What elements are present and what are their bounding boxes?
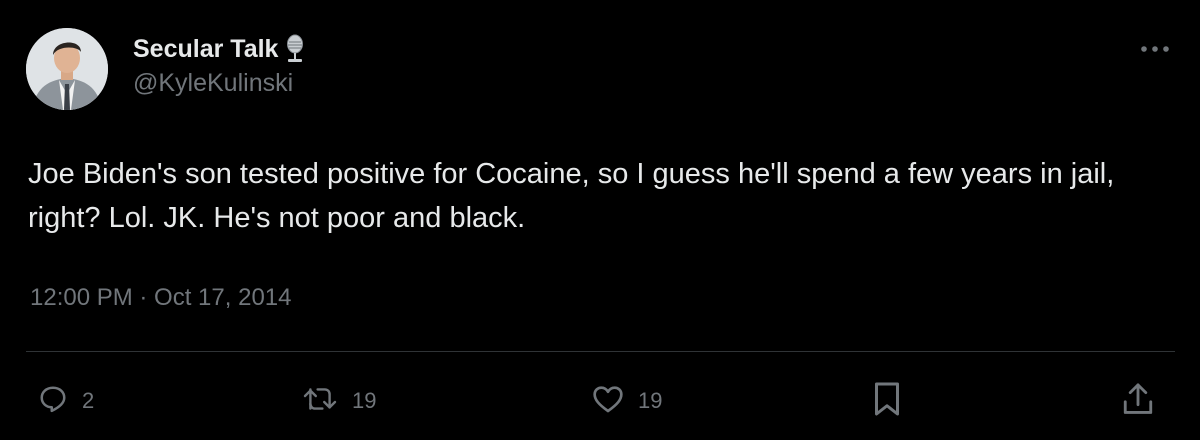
bookmark-button[interactable] <box>872 380 902 422</box>
reply-button[interactable]: 2 <box>38 380 94 422</box>
avatar[interactable] <box>26 28 108 110</box>
like-button[interactable]: 19 <box>592 380 662 422</box>
name-row: Secular Talk <box>133 34 306 64</box>
retweet-button[interactable]: 19 <box>302 380 376 422</box>
tweet-timestamp[interactable]: 12:00 PM · Oct 17, 2014 <box>30 283 291 313</box>
like-count: 19 <box>638 388 663 413</box>
heart-icon <box>592 384 624 419</box>
display-name[interactable]: Secular Talk <box>133 34 278 64</box>
tweet-text: Joe Biden's son tested positive for Coca… <box>28 158 1115 234</box>
share-icon <box>1122 382 1154 421</box>
retweet-icon <box>302 384 338 419</box>
share-button[interactable] <box>1122 380 1154 422</box>
retweet-count: 19 <box>352 388 377 413</box>
reply-icon <box>38 384 68 419</box>
tweet-card: Secular Talk @KyleKulinski Joe Biden's s… <box>0 0 1200 440</box>
reply-count: 2 <box>82 388 95 413</box>
author-block: Secular Talk @KyleKulinski <box>133 34 306 98</box>
microphone-icon <box>284 34 306 64</box>
bookmark-icon <box>872 381 902 422</box>
divider <box>26 351 1175 352</box>
user-handle[interactable]: @KyleKulinski <box>133 68 306 98</box>
more-options-icon[interactable] <box>1138 38 1172 60</box>
